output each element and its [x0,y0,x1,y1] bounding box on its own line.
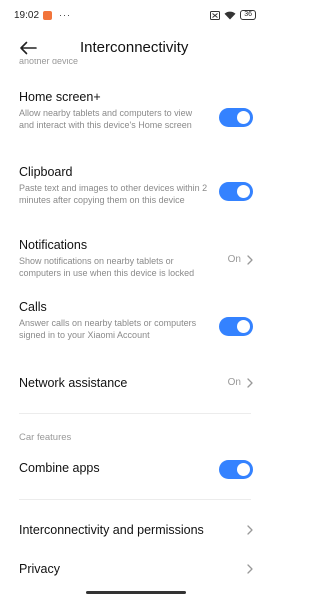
divider [19,413,251,414]
value-text: On [227,377,241,388]
chevron-right-icon [247,254,253,265]
divider [19,499,251,500]
combine-apps-toggle[interactable] [219,460,253,479]
toggle-knob [237,320,250,333]
home-screen-toggle[interactable] [219,108,253,127]
value-text: On [227,254,241,265]
status-left: 19:02 ··· [14,10,71,21]
setting-clipboard[interactable]: Clipboard Paste text and images to other… [19,164,255,220]
setting-title: Calls [19,300,47,314]
page-title: Interconnectivity [80,39,189,56]
link-title: Interconnectivity and permissions [19,523,204,537]
chevron-right-icon [247,377,253,388]
link-chevron [247,564,253,574]
link-chevron [247,525,253,535]
app-notification-icon [43,10,53,20]
wifi-icon [224,11,236,20]
network-assistance-value: On [228,377,253,388]
back-arrow-icon [20,41,37,55]
setting-description: Paste text and images to other devices w… [19,183,208,205]
toggle-knob [237,185,250,198]
setting-description: Allow nearby tablets and computers to vi… [19,108,193,130]
link-privacy[interactable]: Privacy [19,561,255,581]
toggle-knob [237,463,250,476]
setting-description: Answer calls on nearby tablets or comput… [19,318,197,340]
home-indicator[interactable] [86,591,186,594]
setting-notifications[interactable]: Notifications Show notifications on near… [19,237,255,285]
more-notifications-icon: ··· [59,10,72,20]
chevron-right-icon [247,525,253,535]
clipped-description: another device [19,59,79,66]
setting-combine-apps[interactable]: Combine apps [19,460,255,480]
clipboard-toggle[interactable] [219,182,253,201]
setting-description: Show notifications on nearby tablets or … [19,256,195,278]
notifications-value: On [228,254,253,265]
calls-toggle[interactable] [219,317,253,336]
link-interconnectivity-permissions[interactable]: Interconnectivity and permissions [19,522,255,542]
status-bar: 19:02 ··· 36 [0,0,270,30]
setting-title: Clipboard [19,165,73,179]
chevron-right-icon [247,564,253,574]
battery-icon: 36 [240,10,256,20]
setting-title: Home screen+ [19,90,101,104]
section-header-car-features: Car features [19,432,72,443]
toggle-knob [237,111,250,124]
setting-title: Network assistance [19,376,128,390]
setting-calls[interactable]: Calls Answer calls on nearby tablets or … [19,299,255,355]
setting-title: Notifications [19,238,88,252]
back-button[interactable] [16,36,40,60]
status-time: 19:02 [14,9,40,21]
setting-network-assistance[interactable]: Network assistance On [19,375,255,395]
link-title: Privacy [19,562,60,576]
setting-home-screen[interactable]: Home screen+ Allow nearby tablets and co… [19,89,255,149]
status-right: 36 [210,10,256,20]
no-sim-icon [210,10,221,20]
